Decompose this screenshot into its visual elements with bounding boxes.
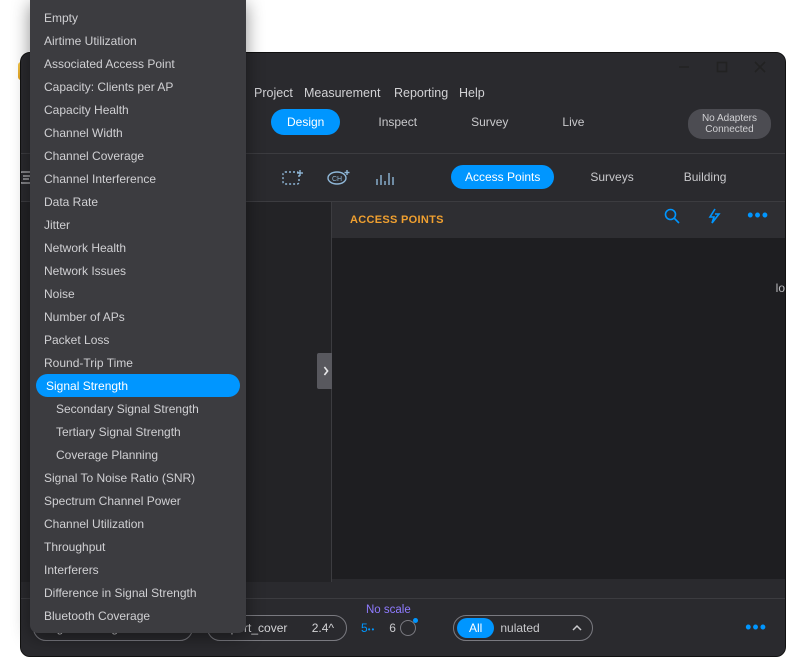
truncated-text: lo — [776, 281, 785, 295]
mode-tab-live[interactable]: Live — [546, 109, 600, 135]
dropdown-item[interactable]: Data Rate — [30, 190, 246, 213]
dropdown-item[interactable]: Noise — [30, 282, 246, 305]
menu-measurement[interactable]: Measurement — [304, 86, 380, 100]
adapter-line2: Connected — [702, 124, 757, 135]
dropdown-item[interactable]: Empty — [30, 6, 246, 29]
mode-tab-inspect[interactable]: Inspect — [362, 109, 433, 135]
search-icon[interactable] — [663, 207, 681, 225]
adapter-line1: No Adapters — [702, 113, 757, 124]
mode-tabs: Design Inspect Survey Live — [271, 109, 600, 135]
adapter-status-pill[interactable]: No Adapters Connected — [688, 109, 771, 139]
report-pill-value: 2.4^ — [312, 621, 334, 635]
auto-icon[interactable] — [705, 207, 723, 225]
channel-icon[interactable]: CH — [327, 167, 351, 189]
dropdown-item[interactable]: Channel Coverage — [30, 144, 246, 167]
band-6-indicator-icon — [400, 620, 416, 636]
window-minimize-button[interactable] — [677, 60, 691, 74]
dropdown-item[interactable]: Coverage Planning — [30, 443, 246, 466]
bars-icon[interactable] — [373, 167, 397, 189]
band-6-num: 6 — [389, 621, 396, 635]
band-6[interactable]: 6 — [389, 620, 416, 636]
right-pane-actions: ••• — [663, 205, 769, 226]
dropdown-item[interactable]: Interferers — [30, 558, 246, 581]
toolbar-icons: CH — [281, 160, 397, 196]
network-sim-text: nulated — [500, 621, 539, 635]
tab-building[interactable]: Building — [670, 165, 741, 189]
dropdown-item[interactable]: Channel Utilization — [30, 512, 246, 535]
dropdown-item[interactable]: Round-Trip Time — [30, 351, 246, 374]
window-close-button[interactable] — [753, 60, 767, 74]
more-icon[interactable]: ••• — [747, 205, 769, 226]
dropdown-item[interactable]: Number of APs — [30, 305, 246, 328]
dropdown-item[interactable]: Signal Strength — [36, 374, 240, 397]
visualization-dropdown[interactable]: EmptyAirtime UtilizationAssociated Acces… — [30, 0, 246, 633]
right-pane-body — [332, 238, 785, 579]
dropdown-item[interactable]: Tertiary Signal Strength — [30, 420, 246, 443]
menu-help[interactable]: Help — [459, 86, 485, 100]
dropdown-item[interactable]: Associated Access Point — [30, 52, 246, 75]
sub-tabs: Access Points Surveys Building — [451, 165, 740, 189]
band-5-num: 5 — [361, 621, 368, 635]
bottom-more-icon[interactable]: ••• — [745, 617, 767, 638]
window-maximize-button[interactable] — [715, 60, 729, 74]
dropdown-item[interactable]: Throughput — [30, 535, 246, 558]
chevron-up-icon — [572, 621, 582, 635]
tab-access-points[interactable]: Access Points — [451, 165, 554, 189]
add-ap-icon[interactable] — [281, 167, 305, 189]
dropdown-item[interactable]: Network Issues — [30, 259, 246, 282]
no-scale-label[interactable]: No scale — [366, 604, 411, 616]
menu-project[interactable]: Project — [254, 86, 293, 100]
dropdown-item[interactable]: Bluetooth Coverage — [30, 604, 246, 627]
network-all-chip[interactable]: All — [457, 618, 494, 638]
menu-reporting[interactable]: Reporting — [394, 86, 448, 100]
svg-text:CH: CH — [332, 176, 342, 183]
dropdown-item[interactable]: Network Health — [30, 236, 246, 259]
desktop: Fil Edit View Map Project Measurement Re… — [0, 0, 800, 669]
dropdown-item[interactable]: Packet Loss — [30, 328, 246, 351]
dropdown-item[interactable]: Capacity: Clients per AP — [30, 75, 246, 98]
dropdown-item[interactable]: Secondary Signal Strength — [30, 397, 246, 420]
dropdown-item[interactable]: Capacity Health — [30, 98, 246, 121]
tab-surveys[interactable]: Surveys — [576, 165, 647, 189]
network-pill[interactable]: All nulated — [453, 615, 593, 641]
dropdown-item[interactable]: Jitter — [30, 213, 246, 236]
dropdown-item[interactable]: Spectrum Channel Power — [30, 489, 246, 512]
dropdown-item[interactable]: Channel Width — [30, 121, 246, 144]
dropdown-item[interactable]: Airtime Utilization — [30, 29, 246, 52]
mode-tab-design[interactable]: Design — [271, 109, 340, 135]
dropdown-item[interactable]: Difference in Signal Strength — [30, 581, 246, 604]
mode-tab-survey[interactable]: Survey — [455, 109, 524, 135]
right-pane-title: ACCESS POINTS — [350, 214, 444, 226]
dropdown-item[interactable]: Signal To Noise Ratio (SNR) — [30, 466, 246, 489]
band-5[interactable]: 5•• — [361, 621, 375, 635]
dropdown-item[interactable]: Channel Interference — [30, 167, 246, 190]
